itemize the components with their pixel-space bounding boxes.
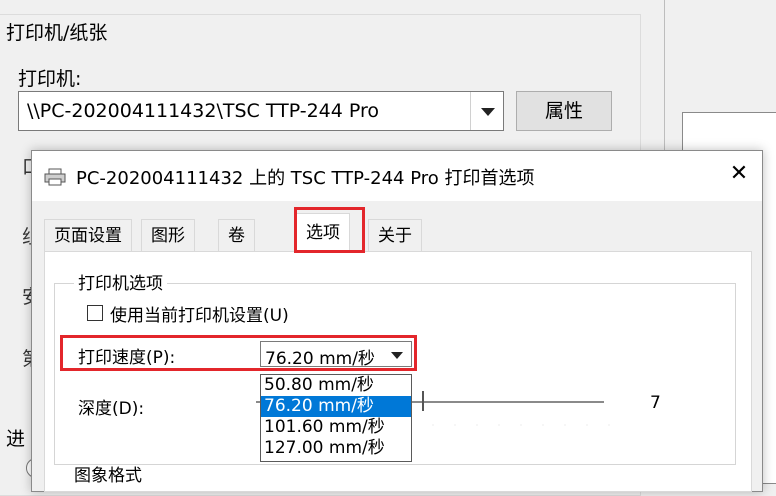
- dialog-title: PC-202004111432 上的 TSC TTP-244 Pro 打印首选项: [76, 168, 535, 189]
- printer-paper-group-title: 打印机/纸张: [4, 18, 110, 45]
- depth-max-value: 7: [650, 393, 661, 413]
- print-speed-select[interactable]: 76.20 mm/秒: [260, 341, 412, 369]
- tab-about[interactable]: 关于: [368, 219, 422, 251]
- use-current-settings-label[interactable]: 使用当前打印机设置(U): [110, 301, 289, 326]
- printer-options-title: 打印机选项: [74, 269, 167, 294]
- chevron-down-icon[interactable]: [391, 352, 403, 359]
- bg-section-label: 进: [6, 428, 26, 450]
- tab-graphics[interactable]: 图形: [141, 219, 195, 251]
- printer-select-value: \\PC-202004111432\TSC TTP-244 Pro: [27, 100, 380, 122]
- image-format-title: 图象格式: [74, 466, 142, 486]
- depth-slider-ticks: [422, 423, 612, 427]
- chevron-down-icon[interactable]: [470, 92, 503, 130]
- print-speed-value: 76.20 mm/秒: [265, 349, 375, 369]
- tab-page-setup[interactable]: 页面设置: [44, 219, 132, 251]
- dropdown-option[interactable]: 50.80 mm/秒: [261, 375, 411, 396]
- printing-preferences-dialog: PC-202004111432 上的 TSC TTP-244 Pro 打印首选项…: [31, 150, 763, 492]
- use-current-settings-checkbox[interactable]: [87, 305, 103, 321]
- dropdown-option[interactable]: 127.00 mm/秒: [261, 438, 411, 459]
- dropdown-option[interactable]: 101.60 mm/秒: [261, 417, 411, 438]
- tab-roll[interactable]: 卷: [218, 219, 255, 251]
- close-icon[interactable]: ✕: [716, 151, 762, 197]
- printer-select[interactable]: \\PC-202004111432\TSC TTP-244 Pro: [18, 91, 504, 131]
- title-bar: PC-202004111432 上的 TSC TTP-244 Pro 打印首选项…: [32, 151, 762, 201]
- printer-icon: [44, 168, 66, 186]
- printer-label: 打印机:: [18, 68, 82, 90]
- depth-label: 深度(D):: [78, 399, 145, 419]
- print-speed-dropdown: 50.80 mm/秒 76.20 mm/秒 101.60 mm/秒 127.00…: [260, 374, 412, 462]
- highlight-box: [294, 207, 365, 253]
- depth-slider-thumb[interactable]: [422, 391, 432, 411]
- dropdown-option-selected[interactable]: 76.20 mm/秒: [261, 396, 411, 417]
- print-speed-label: 打印速度(P):: [78, 348, 176, 368]
- properties-button[interactable]: 属性: [516, 91, 612, 131]
